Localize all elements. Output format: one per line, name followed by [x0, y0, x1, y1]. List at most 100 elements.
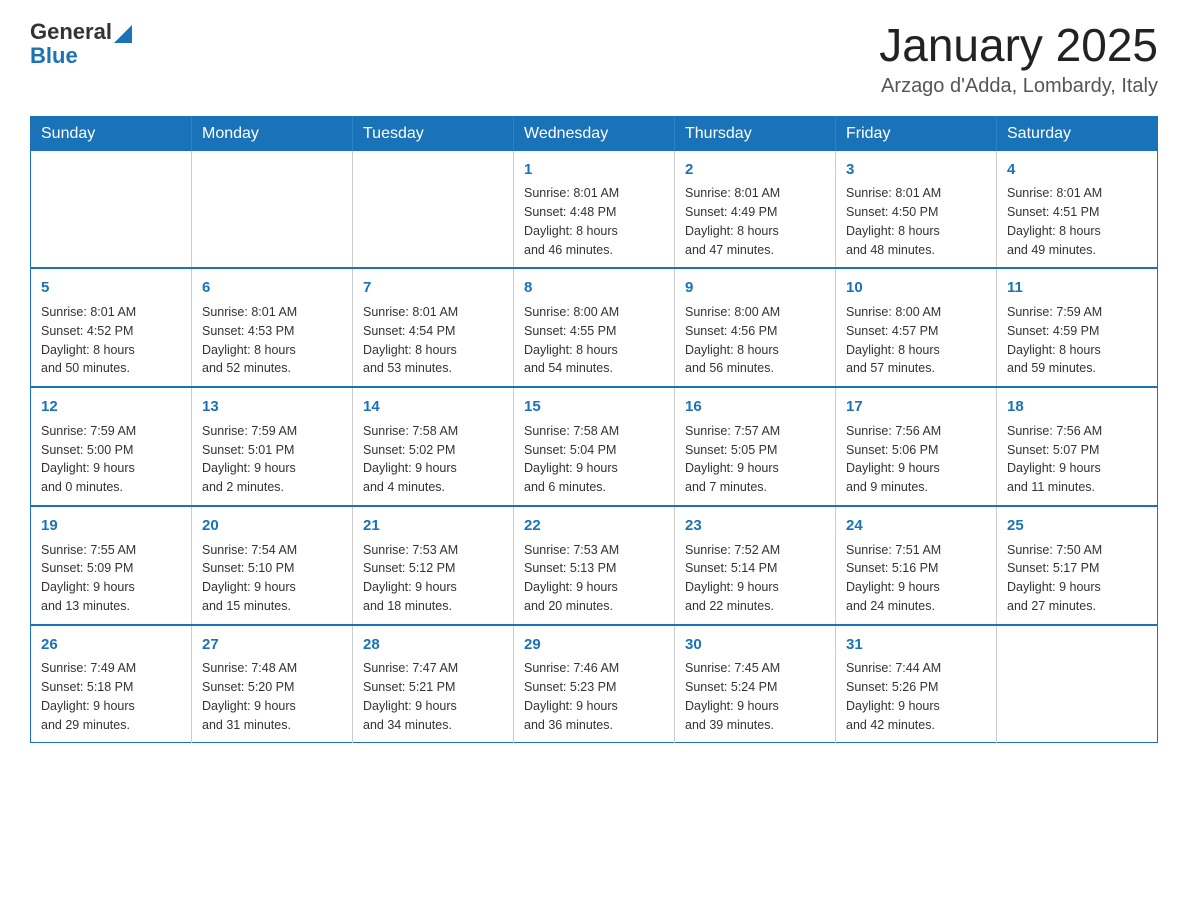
calendar-week-row: 1Sunrise: 8:01 AM Sunset: 4:48 PM Daylig…	[31, 151, 1158, 269]
calendar-cell: 5 Sunrise: 8:01 AM Sunset: 4:52 PM Daylig…	[31, 268, 192, 387]
day-number: 4	[1007, 159, 1147, 181]
day-number: 3	[846, 159, 986, 181]
calendar-cell	[192, 151, 353, 269]
day-info: Sunrise: 7:47 AM Sunset: 5:21 PM Dayligh…	[363, 659, 503, 734]
calendar-cell: 25Sunrise: 7:50 AM Sunset: 5:17 PM Dayli…	[997, 506, 1158, 625]
calendar-cell: 20Sunrise: 7:54 AM Sunset: 5:10 PM Dayli…	[192, 506, 353, 625]
day-info: Sunrise: 7:59 AM Sunset: 4:59 PM Dayligh…	[1007, 303, 1147, 378]
day-info: Sunrise: 7:51 AM Sunset: 5:16 PM Dayligh…	[846, 541, 986, 616]
calendar-cell: 15 Sunrise: 7:58 AM Sunset: 5:04 PM Dayli…	[514, 387, 675, 506]
day-info: Sunrise: 7:58 AM Sunset: 5:02 PM Dayligh…	[363, 422, 503, 497]
calendar-table: SundayMondayTuesdayWednesdayThursdayFrid…	[30, 116, 1158, 744]
day-info: Sunrise: 8:01 AM Sunset: 4:54 PM Dayligh…	[363, 303, 503, 378]
calendar-cell: 19 Sunrise: 7:55 AM Sunset: 5:09 PM Dayli…	[31, 506, 192, 625]
day-number: 22	[524, 515, 664, 537]
calendar-cell: 28 Sunrise: 7:47 AM Sunset: 5:21 PM Dayli…	[353, 625, 514, 743]
weekday-header-tuesday: Tuesday	[353, 116, 514, 151]
day-info: Sunrise: 7:49 AM Sunset: 5:18 PM Dayligh…	[41, 659, 181, 734]
calendar-cell: 17 Sunrise: 7:56 AM Sunset: 5:06 PM Dayli…	[836, 387, 997, 506]
calendar-cell: 29 Sunrise: 7:46 AM Sunset: 5:23 PM Dayli…	[514, 625, 675, 743]
day-info: Sunrise: 7:53 AM Sunset: 5:12 PM Dayligh…	[363, 541, 503, 616]
day-info: Sunrise: 8:00 AM Sunset: 4:57 PM Dayligh…	[846, 303, 986, 378]
calendar-cell: 6Sunrise: 8:01 AM Sunset: 4:53 PM Daylig…	[192, 268, 353, 387]
day-number: 5	[41, 277, 181, 299]
day-info: Sunrise: 7:58 AM Sunset: 5:04 PM Dayligh…	[524, 422, 664, 497]
day-number: 25	[1007, 515, 1147, 537]
day-number: 2	[685, 159, 825, 181]
day-number: 8	[524, 277, 664, 299]
day-number: 7	[363, 277, 503, 299]
day-info: Sunrise: 8:00 AM Sunset: 4:56 PM Dayligh…	[685, 303, 825, 378]
calendar-cell: 23Sunrise: 7:52 AM Sunset: 5:14 PM Dayli…	[675, 506, 836, 625]
day-number: 26	[41, 634, 181, 656]
calendar-cell: 4 Sunrise: 8:01 AM Sunset: 4:51 PM Daylig…	[997, 151, 1158, 269]
calendar-week-row: 26 Sunrise: 7:49 AM Sunset: 5:18 PM Dayli…	[31, 625, 1158, 743]
calendar-cell: 9Sunrise: 8:00 AM Sunset: 4:56 PM Daylig…	[675, 268, 836, 387]
day-info: Sunrise: 7:55 AM Sunset: 5:09 PM Dayligh…	[41, 541, 181, 616]
day-info: Sunrise: 7:59 AM Sunset: 5:01 PM Dayligh…	[202, 422, 342, 497]
day-info: Sunrise: 8:01 AM Sunset: 4:51 PM Dayligh…	[1007, 184, 1147, 259]
weekday-header-monday: Monday	[192, 116, 353, 151]
day-info: Sunrise: 8:01 AM Sunset: 4:49 PM Dayligh…	[685, 184, 825, 259]
calendar-cell: 12 Sunrise: 7:59 AM Sunset: 5:00 PM Dayli…	[31, 387, 192, 506]
calendar-week-row: 5 Sunrise: 8:01 AM Sunset: 4:52 PM Daylig…	[31, 268, 1158, 387]
day-info: Sunrise: 7:57 AM Sunset: 5:05 PM Dayligh…	[685, 422, 825, 497]
day-number: 15	[524, 396, 664, 418]
calendar-cell: 16 Sunrise: 7:57 AM Sunset: 5:05 PM Dayli…	[675, 387, 836, 506]
calendar-cell	[997, 625, 1158, 743]
day-info: Sunrise: 8:01 AM Sunset: 4:52 PM Dayligh…	[41, 303, 181, 378]
calendar-week-row: 19 Sunrise: 7:55 AM Sunset: 5:09 PM Dayli…	[31, 506, 1158, 625]
day-info: Sunrise: 7:48 AM Sunset: 5:20 PM Dayligh…	[202, 659, 342, 734]
logo-general-text: General	[30, 20, 112, 44]
day-number: 20	[202, 515, 342, 537]
calendar-cell: 21 Sunrise: 7:53 AM Sunset: 5:12 PM Dayli…	[353, 506, 514, 625]
calendar-cell: 18Sunrise: 7:56 AM Sunset: 5:07 PM Dayli…	[997, 387, 1158, 506]
calendar-cell: 1Sunrise: 8:01 AM Sunset: 4:48 PM Daylig…	[514, 151, 675, 269]
page-header: General Blue January 2025 Arzago d'Adda,…	[30, 20, 1158, 98]
calendar-cell: 30 Sunrise: 7:45 AM Sunset: 5:24 PM Dayli…	[675, 625, 836, 743]
calendar-header-row: SundayMondayTuesdayWednesdayThursdayFrid…	[31, 116, 1158, 151]
day-number: 28	[363, 634, 503, 656]
day-number: 6	[202, 277, 342, 299]
day-info: Sunrise: 7:46 AM Sunset: 5:23 PM Dayligh…	[524, 659, 664, 734]
calendar-cell: 10Sunrise: 8:00 AM Sunset: 4:57 PM Dayli…	[836, 268, 997, 387]
month-title: January 2025	[879, 20, 1158, 71]
day-number: 19	[41, 515, 181, 537]
day-number: 30	[685, 634, 825, 656]
day-number: 14	[363, 396, 503, 418]
day-number: 17	[846, 396, 986, 418]
day-number: 12	[41, 396, 181, 418]
day-number: 13	[202, 396, 342, 418]
calendar-week-row: 12 Sunrise: 7:59 AM Sunset: 5:00 PM Dayli…	[31, 387, 1158, 506]
day-number: 24	[846, 515, 986, 537]
location-text: Arzago d'Adda, Lombardy, Italy	[879, 75, 1158, 98]
calendar-cell: 7 Sunrise: 8:01 AM Sunset: 4:54 PM Daylig…	[353, 268, 514, 387]
weekday-header-sunday: Sunday	[31, 116, 192, 151]
calendar-cell: 2 Sunrise: 8:01 AM Sunset: 4:49 PM Daylig…	[675, 151, 836, 269]
day-info: Sunrise: 7:53 AM Sunset: 5:13 PM Dayligh…	[524, 541, 664, 616]
day-number: 16	[685, 396, 825, 418]
day-number: 18	[1007, 396, 1147, 418]
day-number: 21	[363, 515, 503, 537]
day-number: 1	[524, 159, 664, 181]
calendar-cell: 14 Sunrise: 7:58 AM Sunset: 5:02 PM Dayli…	[353, 387, 514, 506]
day-number: 29	[524, 634, 664, 656]
calendar-cell: 11 Sunrise: 7:59 AM Sunset: 4:59 PM Dayli…	[997, 268, 1158, 387]
day-number: 11	[1007, 277, 1147, 299]
weekday-header-saturday: Saturday	[997, 116, 1158, 151]
calendar-cell	[353, 151, 514, 269]
calendar-cell: 24 Sunrise: 7:51 AM Sunset: 5:16 PM Dayli…	[836, 506, 997, 625]
day-info: Sunrise: 7:45 AM Sunset: 5:24 PM Dayligh…	[685, 659, 825, 734]
title-section: January 2025 Arzago d'Adda, Lombardy, It…	[879, 20, 1158, 98]
day-info: Sunrise: 8:01 AM Sunset: 4:50 PM Dayligh…	[846, 184, 986, 259]
day-info: Sunrise: 7:59 AM Sunset: 5:00 PM Dayligh…	[41, 422, 181, 497]
day-info: Sunrise: 7:44 AM Sunset: 5:26 PM Dayligh…	[846, 659, 986, 734]
calendar-cell: 8 Sunrise: 8:00 AM Sunset: 4:55 PM Daylig…	[514, 268, 675, 387]
calendar-cell: 27 Sunrise: 7:48 AM Sunset: 5:20 PM Dayli…	[192, 625, 353, 743]
day-number: 27	[202, 634, 342, 656]
day-info: Sunrise: 8:00 AM Sunset: 4:55 PM Dayligh…	[524, 303, 664, 378]
calendar-cell	[31, 151, 192, 269]
calendar-cell: 26 Sunrise: 7:49 AM Sunset: 5:18 PM Dayli…	[31, 625, 192, 743]
logo: General Blue	[30, 20, 132, 68]
day-info: Sunrise: 7:56 AM Sunset: 5:06 PM Dayligh…	[846, 422, 986, 497]
